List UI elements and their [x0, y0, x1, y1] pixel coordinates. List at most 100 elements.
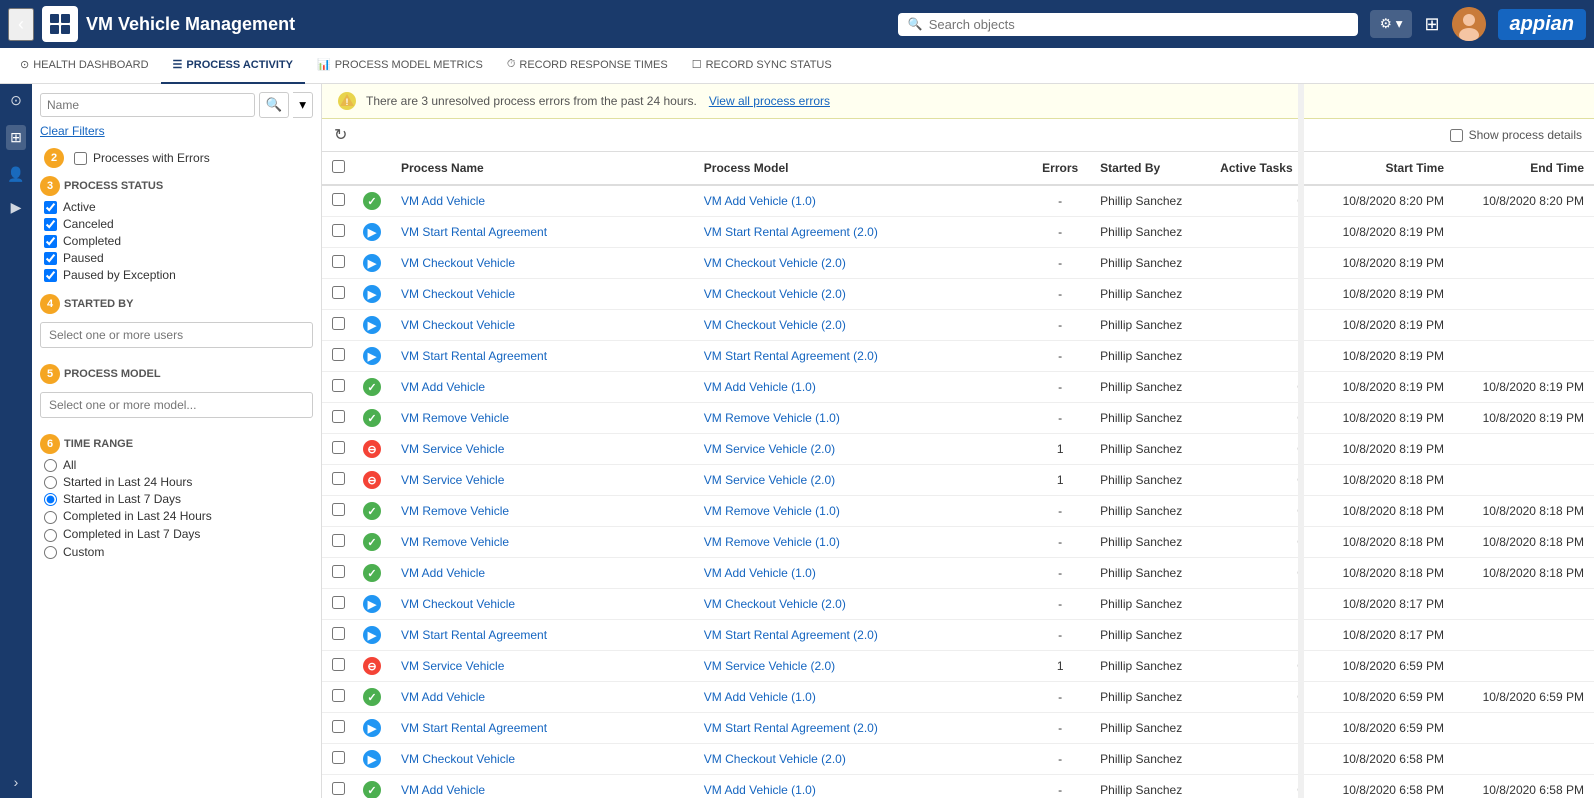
row-process-model[interactable]: VM Add Vehicle (1.0) — [694, 558, 1030, 589]
tab-health[interactable]: ⊙ HEALTH DASHBOARD — [8, 48, 161, 84]
row-checkbox-4[interactable] — [332, 317, 345, 330]
show-details-checkbox[interactable] — [1450, 129, 1463, 142]
col-header-start-time[interactable]: Start Time — [1314, 152, 1454, 185]
row-process-model[interactable]: VM Service Vehicle (2.0) — [694, 465, 1030, 496]
col-header-end-time[interactable]: End Time — [1454, 152, 1594, 185]
row-process-model[interactable]: VM Service Vehicle (2.0) — [694, 434, 1030, 465]
search-input[interactable] — [929, 17, 1348, 32]
row-process-name[interactable]: VM Checkout Vehicle — [391, 279, 694, 310]
grid-icon[interactable]: ⊞ — [1424, 14, 1439, 35]
row-checkbox-3[interactable] — [332, 286, 345, 299]
row-process-name[interactable]: VM Add Vehicle — [391, 185, 694, 217]
actions-icon[interactable]: ▶ — [11, 199, 22, 216]
refresh-button[interactable]: ↻ — [334, 125, 347, 145]
status-paused-checkbox[interactable] — [44, 252, 57, 265]
row-process-model[interactable]: VM Service Vehicle (2.0) — [694, 651, 1030, 682]
row-process-name[interactable]: VM Service Vehicle — [391, 651, 694, 682]
row-process-name[interactable]: VM Start Rental Agreement — [391, 217, 694, 248]
row-process-name[interactable]: VM Checkout Vehicle — [391, 744, 694, 775]
row-process-name[interactable]: VM Add Vehicle — [391, 682, 694, 713]
process-model-input[interactable] — [40, 392, 313, 418]
row-process-model[interactable]: VM Start Rental Agreement (2.0) — [694, 620, 1030, 651]
row-process-model[interactable]: VM Checkout Vehicle (2.0) — [694, 589, 1030, 620]
tab-record-sync[interactable]: ☐ RECORD SYNC STATUS — [680, 48, 844, 84]
row-process-name[interactable]: VM Add Vehicle — [391, 775, 694, 798]
row-checkbox-7[interactable] — [332, 410, 345, 423]
avatar[interactable] — [1452, 7, 1486, 41]
row-checkbox-13[interactable] — [332, 596, 345, 609]
row-checkbox-19[interactable] — [332, 782, 345, 795]
row-checkbox-1[interactable] — [332, 224, 345, 237]
tab-record-response[interactable]: ⏱ RECORD RESPONSE TIMES — [495, 48, 680, 84]
row-process-name[interactable]: VM Add Vehicle — [391, 372, 694, 403]
back-button[interactable]: ‹ — [8, 8, 34, 41]
col-header-errors[interactable]: Errors — [1030, 152, 1090, 185]
row-process-model[interactable]: VM Checkout Vehicle (2.0) — [694, 310, 1030, 341]
row-process-model[interactable]: VM Add Vehicle (1.0) — [694, 185, 1030, 217]
row-process-model[interactable]: VM Remove Vehicle (1.0) — [694, 403, 1030, 434]
row-checkbox-17[interactable] — [332, 720, 345, 733]
row-process-name[interactable]: VM Start Rental Agreement — [391, 620, 694, 651]
tab-process-metrics[interactable]: 📊 PROCESS MODEL METRICS — [305, 48, 495, 84]
time-all-radio[interactable] — [44, 459, 57, 472]
status-canceled-checkbox[interactable] — [44, 218, 57, 231]
settings-button[interactable]: ⚙ ▾ — [1370, 10, 1413, 38]
dashboard-icon[interactable]: ⊞ — [6, 125, 26, 150]
row-process-model[interactable]: VM Remove Vehicle (1.0) — [694, 527, 1030, 558]
status-completed-checkbox[interactable] — [44, 235, 57, 248]
row-process-model[interactable]: VM Start Rental Agreement (2.0) — [694, 217, 1030, 248]
row-checkbox-15[interactable] — [332, 658, 345, 671]
row-process-model[interactable]: VM Add Vehicle (1.0) — [694, 775, 1030, 798]
status-active-checkbox[interactable] — [44, 201, 57, 214]
time-custom-radio[interactable] — [44, 546, 57, 559]
home-icon[interactable]: ⊙ — [10, 92, 22, 109]
select-all-checkbox[interactable] — [332, 160, 345, 173]
tab-process-activity[interactable]: ☰ PROCESS ACTIVITY — [161, 48, 305, 84]
row-process-name[interactable]: VM Start Rental Agreement — [391, 341, 694, 372]
row-process-name[interactable]: VM Service Vehicle — [391, 434, 694, 465]
row-checkbox-11[interactable] — [332, 534, 345, 547]
row-process-name[interactable]: VM Service Vehicle — [391, 465, 694, 496]
row-process-name[interactable]: VM Checkout Vehicle — [391, 589, 694, 620]
row-process-name[interactable]: VM Add Vehicle — [391, 558, 694, 589]
table-container[interactable]: Process Name Process Model Errors Starte… — [322, 152, 1594, 798]
row-checkbox-0[interactable] — [332, 193, 345, 206]
row-process-model[interactable]: VM Start Rental Agreement (2.0) — [694, 713, 1030, 744]
row-process-model[interactable]: VM Checkout Vehicle (2.0) — [694, 279, 1030, 310]
row-process-name[interactable]: VM Checkout Vehicle — [391, 310, 694, 341]
row-checkbox-12[interactable] — [332, 565, 345, 578]
clear-filters-link[interactable]: Clear Filters — [40, 124, 313, 138]
row-process-name[interactable]: VM Remove Vehicle — [391, 527, 694, 558]
row-checkbox-10[interactable] — [332, 503, 345, 516]
time-comp24-radio[interactable] — [44, 511, 57, 524]
row-checkbox-8[interactable] — [332, 441, 345, 454]
row-process-model[interactable]: VM Add Vehicle (1.0) — [694, 682, 1030, 713]
status-paused-exception-checkbox[interactable] — [44, 269, 57, 282]
time-last24-radio[interactable] — [44, 476, 57, 489]
row-checkbox-6[interactable] — [332, 379, 345, 392]
name-dropdown-button[interactable]: ▾ — [293, 92, 313, 118]
row-process-model[interactable]: VM Checkout Vehicle (2.0) — [694, 744, 1030, 775]
col-header-process-model[interactable]: Process Model — [694, 152, 1030, 185]
row-checkbox-5[interactable] — [332, 348, 345, 361]
row-process-model[interactable]: VM Checkout Vehicle (2.0) — [694, 248, 1030, 279]
processes-with-errors-checkbox[interactable] — [74, 152, 87, 165]
expand-sidebar-icon[interactable]: › — [14, 774, 19, 790]
time-comp7-radio[interactable] — [44, 529, 57, 542]
name-search-button[interactable]: 🔍 — [259, 92, 290, 118]
row-process-name[interactable]: VM Start Rental Agreement — [391, 713, 694, 744]
row-process-model[interactable]: VM Remove Vehicle (1.0) — [694, 496, 1030, 527]
started-by-input[interactable] — [40, 322, 313, 348]
col-header-started-by[interactable]: Started By — [1090, 152, 1210, 185]
time-last7-radio[interactable] — [44, 493, 57, 506]
record-icon[interactable]: 👤 — [7, 166, 24, 183]
row-checkbox-14[interactable] — [332, 627, 345, 640]
search-bar[interactable]: 🔍 — [898, 13, 1358, 36]
row-process-model[interactable]: VM Add Vehicle (1.0) — [694, 372, 1030, 403]
row-process-name[interactable]: VM Remove Vehicle — [391, 496, 694, 527]
row-checkbox-18[interactable] — [332, 751, 345, 764]
row-process-model[interactable]: VM Start Rental Agreement (2.0) — [694, 341, 1030, 372]
row-checkbox-16[interactable] — [332, 689, 345, 702]
col-header-process-name[interactable]: Process Name — [391, 152, 694, 185]
row-process-name[interactable]: VM Checkout Vehicle — [391, 248, 694, 279]
